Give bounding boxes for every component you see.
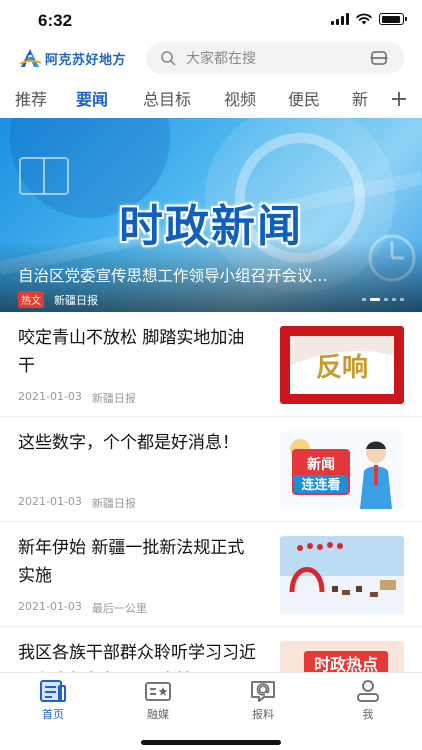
nav-label: 报料 xyxy=(252,708,274,721)
news-list: 咬定青山不放松 脚踏实地加油干 2021-01-03 新疆日报 反响 这些数字，… xyxy=(0,312,422,732)
report-icon xyxy=(251,681,275,702)
news-date: 2021-01-03 xyxy=(18,600,82,613)
search-placeholder: 大家都在搜 xyxy=(186,51,256,67)
nav-label: 首页 xyxy=(42,708,64,721)
plus-icon xyxy=(392,92,406,106)
bottom-navigation: 首页 融媒 报料 我 xyxy=(0,672,422,750)
tab-recommend[interactable]: 推荐 xyxy=(15,86,47,110)
status-bar: 6:32 xyxy=(0,0,422,40)
media-icon xyxy=(145,682,171,701)
news-meta: 2021-01-03 新疆日报 xyxy=(18,495,136,511)
wifi-icon xyxy=(356,13,372,25)
carousel-dot[interactable] xyxy=(362,298,366,301)
response-thumbnail: 反响 xyxy=(280,326,404,404)
news-item[interactable]: 这些数字，个个都是好消息！ 2021-01-03 新疆日报 新闻 连连看 xyxy=(0,417,422,522)
news-date: 2021-01-03 xyxy=(18,390,82,403)
nav-profile[interactable]: 我 xyxy=(328,679,408,722)
news-title: 新年伊始 新疆一批新法规正式实施 xyxy=(18,538,245,586)
tab-video[interactable]: 视频 xyxy=(224,86,256,110)
thumb-caption-line-1: 新闻 xyxy=(307,456,335,473)
news-meta: 2021-01-03 最后一公里 xyxy=(18,600,147,616)
nav-media[interactable]: 融媒 xyxy=(118,679,198,722)
search-bar[interactable]: 大家都在搜 xyxy=(146,42,404,74)
tab-convenience[interactable]: 便民 xyxy=(288,86,320,110)
battery-icon xyxy=(379,13,407,25)
home-indicator xyxy=(141,740,281,745)
news-cartoon-thumbnail: 新闻 连连看 xyxy=(280,431,404,509)
cellular-signal-icon xyxy=(331,13,349,25)
nav-report[interactable]: 报料 xyxy=(223,679,303,722)
snow-festival-thumbnail xyxy=(280,536,404,614)
hot-badge: 热文 xyxy=(18,291,44,308)
status-time: 6:32 xyxy=(38,11,73,30)
scan-icon[interactable] xyxy=(370,49,388,67)
carousel-indicator xyxy=(362,298,404,301)
news-meta: 2021-01-03 新疆日报 xyxy=(18,390,136,406)
home-news-icon xyxy=(40,680,66,702)
banner-meta: 热文 新疆日报 xyxy=(18,291,98,308)
news-item[interactable]: 咬定青山不放松 脚踏实地加油干 2021-01-03 新疆日报 反响 xyxy=(0,312,422,417)
nav-label: 融媒 xyxy=(147,708,169,721)
nav-home[interactable]: 首页 xyxy=(13,679,93,722)
carousel-dot[interactable] xyxy=(384,298,388,301)
carousel-dot[interactable] xyxy=(392,298,396,301)
news-date: 2021-01-03 xyxy=(18,495,82,508)
nav-label: 我 xyxy=(362,708,374,721)
profile-icon xyxy=(357,680,379,702)
news-title: 咬定青山不放松 脚踏实地加油干 xyxy=(18,328,245,376)
logo-text: 阿克苏好地方 xyxy=(45,52,127,68)
banner-source: 新疆日报 xyxy=(54,293,98,307)
battery-level xyxy=(381,15,400,23)
thumb-caption: 反响 xyxy=(316,352,368,383)
logo-mark-icon xyxy=(19,49,42,67)
add-tab-button[interactable] xyxy=(376,82,422,116)
news-source: 新疆日报 xyxy=(91,392,136,405)
app-header: 阿克苏好地方 大家都在搜 xyxy=(0,40,422,78)
news-source: 最后一公里 xyxy=(91,602,147,615)
news-item[interactable]: 新年伊始 新疆一批新法规正式实施 2021-01-03 最后一公里 xyxy=(0,522,422,627)
featured-banner[interactable]: 时政新闻 自治区党委宣传思想工作领导小组召开会议... 热文 新疆日报 xyxy=(0,118,422,312)
news-source: 新疆日报 xyxy=(91,497,136,510)
carousel-dot[interactable] xyxy=(370,298,380,301)
tab-general-goal[interactable]: 总目标 xyxy=(143,86,191,110)
news-title: 这些数字，个个都是好消息！ xyxy=(18,433,239,453)
search-icon xyxy=(161,51,176,66)
carousel-dot[interactable] xyxy=(400,298,404,301)
thumb-caption-line-2: 连连看 xyxy=(301,477,340,493)
tab-new[interactable]: 新 xyxy=(352,86,368,110)
status-icons xyxy=(331,13,407,25)
tab-headlines[interactable]: 要闻 xyxy=(76,86,108,110)
app-logo[interactable]: 阿克苏好地方 xyxy=(18,46,126,70)
banner-headline: 自治区党委宣传思想工作领导小组召开会议... xyxy=(18,267,328,285)
category-tabs: 推荐 要闻 总目标 视频 便民 新 xyxy=(0,82,422,116)
